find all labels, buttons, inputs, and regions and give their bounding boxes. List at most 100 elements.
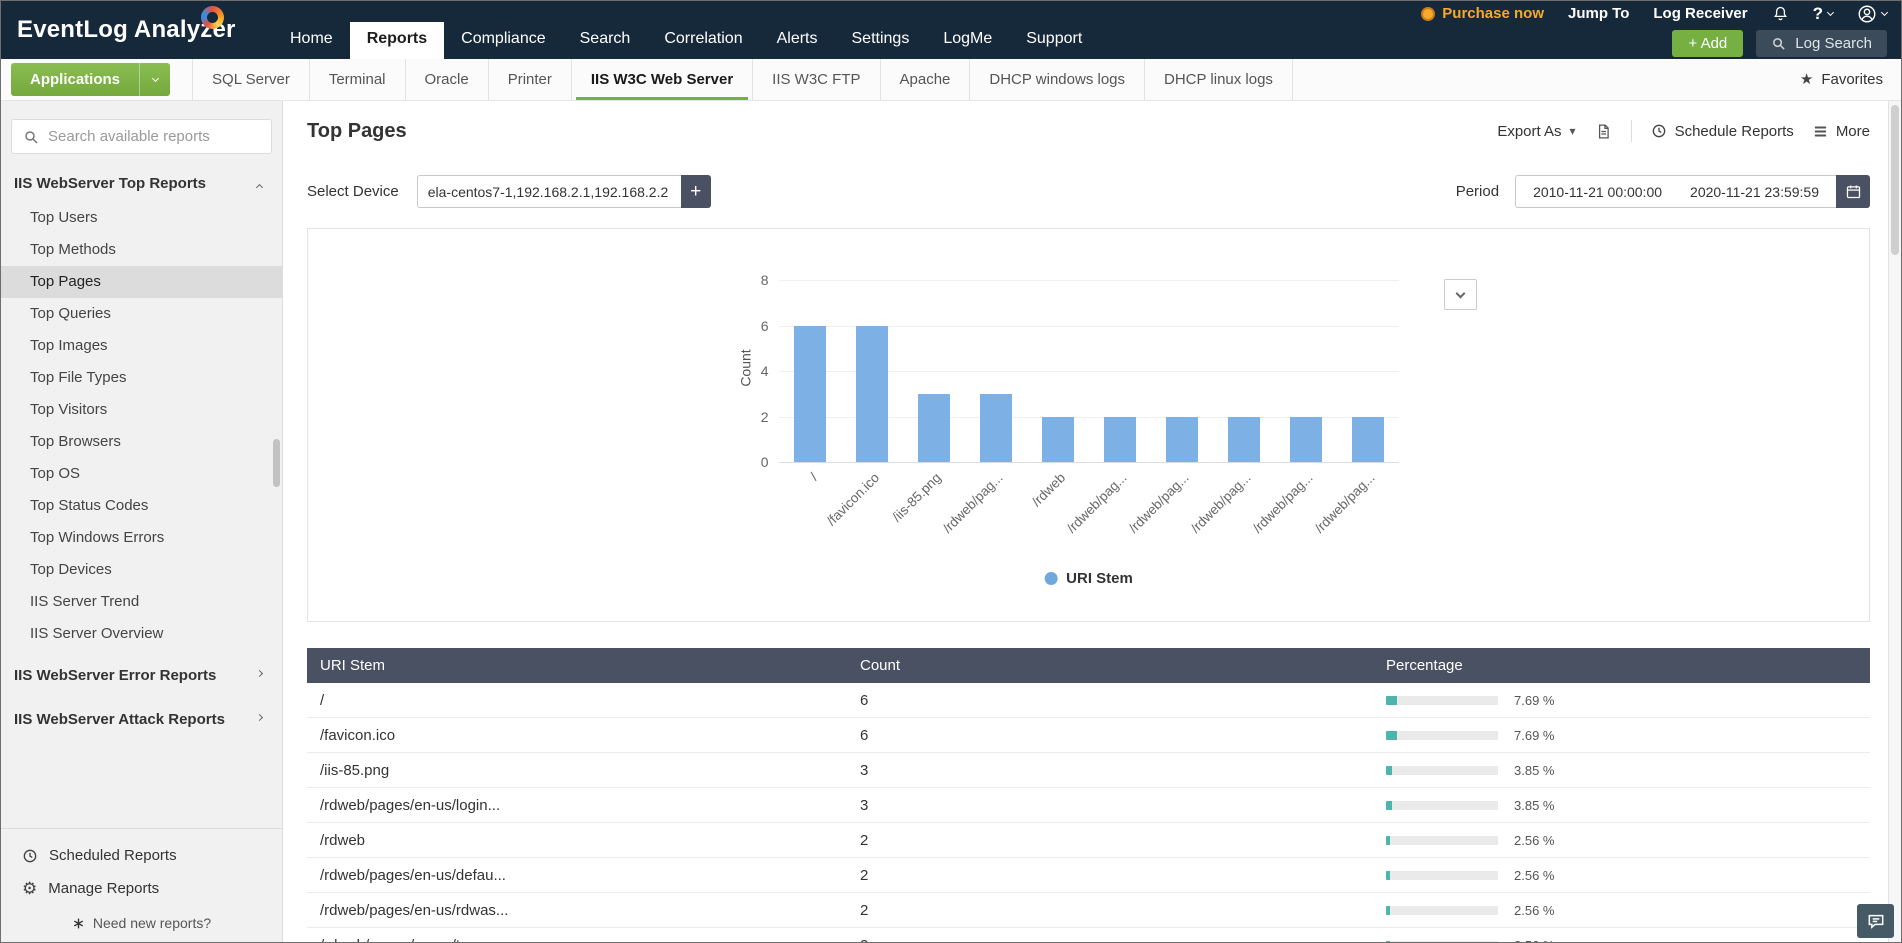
- tab-oracle[interactable]: Oracle: [404, 59, 488, 100]
- topbar: EventLog Analyzer Home Reports Compliance S…: [1, 1, 1901, 59]
- bar-7-rdweb-pag[interactable]: [1227, 416, 1260, 462]
- page-scrollbar[interactable]: [1888, 101, 1901, 942]
- table-row[interactable]: /favicon.ico 6 7.69 %: [307, 718, 1870, 753]
- sidebar-item-top-pages[interactable]: Top Pages: [1, 266, 282, 298]
- sidebar-item-top-windows-errors[interactable]: Top Windows Errors: [1, 522, 282, 554]
- sidebar-item-top-queries[interactable]: Top Queries: [1, 298, 282, 330]
- user-profile-menu[interactable]: [1857, 4, 1889, 24]
- column-header-uri-stem[interactable]: URI Stem: [307, 657, 847, 674]
- scrollbar-thumb[interactable]: [1891, 105, 1899, 255]
- search-input[interactable]: [48, 128, 260, 145]
- sidebar-item-top-file-types[interactable]: Top File Types: [1, 362, 282, 394]
- table-row[interactable]: /iis-85.png 3 3.85 %: [307, 753, 1870, 788]
- nav-compliance[interactable]: Compliance: [444, 22, 562, 59]
- bar-5-rdweb-pag[interactable]: [1103, 416, 1136, 462]
- device-select[interactable]: ela-centos7-1,192.168.2.1,192.168.2.2: [416, 175, 681, 208]
- log-search-button[interactable]: Log Search: [1756, 29, 1887, 57]
- table-row[interactable]: /rdweb/pages/en-us/rdwas... 2 2.56 %: [307, 893, 1870, 928]
- section-iis-webserver-attack-reports[interactable]: IIS WebServer Attack Reports: [1, 694, 282, 738]
- add-device-button[interactable]: +: [680, 175, 711, 208]
- sidebar-item-top-users[interactable]: Top Users: [1, 202, 282, 234]
- sidebar-item-top-browsers[interactable]: Top Browsers: [1, 426, 282, 458]
- more-button[interactable]: More: [1813, 123, 1870, 140]
- nav-search[interactable]: Search: [563, 22, 648, 59]
- filter-row: Select Device ela-centos7-1,192.168.2.1,…: [307, 175, 1870, 208]
- table-row[interactable]: / 6 7.69 %: [307, 683, 1870, 718]
- report-search-box[interactable]: [11, 119, 272, 154]
- sidebar-item-top-images[interactable]: Top Images: [1, 330, 282, 362]
- sidebar-item-iis-server-overview[interactable]: IIS Server Overview: [1, 618, 282, 650]
- y-tick-label: 0: [760, 454, 769, 470]
- percentage-bar: [1386, 905, 1498, 915]
- export-as-dropdown[interactable]: Export As ▾: [1497, 123, 1575, 140]
- table-row[interactable]: /rdweb/pages/en-us/login... 3 3.85 %: [307, 788, 1870, 823]
- need-new-reports-link[interactable]: Need new reports?: [1, 905, 282, 936]
- tab-dhcp-windows-logs[interactable]: DHCP windows logs: [969, 59, 1144, 100]
- bar-3-rdweb-pag[interactable]: [979, 393, 1012, 462]
- tab-iis-w3c-web-server[interactable]: IIS W3C Web Server: [570, 59, 752, 100]
- bar-4-rdweb[interactable]: [1041, 416, 1074, 462]
- section-iis-webserver-top-reports[interactable]: IIS WebServer Top Reports: [1, 158, 282, 202]
- log-receiver-link[interactable]: Log Receiver: [1653, 5, 1747, 22]
- tab-dhcp-linux-logs[interactable]: DHCP linux logs: [1144, 59, 1293, 100]
- scheduled-reports-link[interactable]: Scheduled Reports: [1, 839, 282, 872]
- export-settings-button[interactable]: [1595, 123, 1612, 140]
- chevron-down-icon: [1880, 8, 1889, 16]
- chevron-down-icon[interactable]: [139, 63, 171, 96]
- cell-percentage: 7.69 %: [1373, 693, 1870, 708]
- app-logo[interactable]: EventLog Analyzer: [1, 1, 273, 59]
- bar-0-root[interactable]: [793, 325, 826, 462]
- manage-reports-link[interactable]: ⚙ Manage Reports: [1, 872, 282, 905]
- cell-count: 3: [860, 796, 869, 814]
- schedule-reports-button[interactable]: Schedule Reports: [1651, 123, 1794, 140]
- nav-alerts[interactable]: Alerts: [760, 22, 835, 59]
- bar-2-iis-85-png[interactable]: [917, 393, 950, 462]
- purchase-now-link[interactable]: Purchase now: [1421, 5, 1544, 22]
- log-search-label: Log Search: [1795, 34, 1872, 52]
- chart-legend[interactable]: URI Stem: [1044, 570, 1133, 587]
- tab-apache[interactable]: Apache: [879, 59, 970, 100]
- favorites-button[interactable]: ★ Favorites: [1800, 71, 1883, 88]
- bar-9-rdweb-pag[interactable]: [1351, 416, 1384, 462]
- nav-correlation[interactable]: Correlation: [647, 22, 759, 59]
- chart-options-dropdown[interactable]: [1444, 279, 1477, 310]
- nav-home[interactable]: Home: [273, 22, 350, 59]
- sidebar-item-top-methods[interactable]: Top Methods: [1, 234, 282, 266]
- table-row[interactable]: /rdweb/pages/en-us/defau... 2 2.56 %: [307, 858, 1870, 893]
- help-menu[interactable]: ?: [1813, 4, 1835, 24]
- column-header-percentage[interactable]: Percentage: [1373, 657, 1870, 674]
- nav-support[interactable]: Support: [1009, 22, 1099, 59]
- section-iis-webserver-error-reports[interactable]: IIS WebServer Error Reports: [1, 650, 282, 694]
- cell-count: 3: [860, 761, 869, 779]
- sidebar-scrollbar[interactable]: [273, 439, 280, 487]
- table-row[interactable]: /rdweb 2 2.56 %: [307, 823, 1870, 858]
- cell-uri-stem: /iis-85.png: [320, 761, 390, 779]
- tab-iis-w3c-ftp[interactable]: IIS W3C FTP: [752, 59, 879, 100]
- bar-8-rdweb-pag[interactable]: [1289, 416, 1322, 462]
- percentage-bar: [1386, 765, 1498, 775]
- schedule-reports-label: Schedule Reports: [1674, 122, 1794, 140]
- nav-logme[interactable]: LogMe: [926, 22, 1009, 59]
- bar-1-favicon-ico[interactable]: [855, 325, 888, 462]
- nav-settings[interactable]: Settings: [835, 22, 927, 59]
- sidebar-item-top-devices[interactable]: Top Devices: [1, 554, 282, 586]
- period-range[interactable]: 2010-11-21 00:00:00 2020-11-21 23:59:59: [1515, 175, 1836, 208]
- percentage-bar: [1386, 835, 1498, 845]
- tab-sql-server[interactable]: SQL Server: [192, 59, 309, 100]
- notifications-bell-icon[interactable]: [1772, 5, 1789, 22]
- applications-dropdown[interactable]: Applications: [11, 63, 171, 96]
- chat-feedback-button[interactable]: [1857, 904, 1894, 938]
- nav-reports[interactable]: Reports: [349, 22, 445, 59]
- bar-6-rdweb-pag[interactable]: [1165, 416, 1198, 462]
- table-row[interactable]: /rdweb/pages/en-us/tswa...2 2.56 %: [307, 928, 1870, 942]
- sidebar-item-top-visitors[interactable]: Top Visitors: [1, 394, 282, 426]
- column-header-count[interactable]: Count: [847, 657, 1373, 674]
- tab-terminal[interactable]: Terminal: [308, 59, 405, 100]
- jump-to-link[interactable]: Jump To: [1568, 5, 1629, 22]
- sidebar-item-top-status-codes[interactable]: Top Status Codes: [1, 490, 282, 522]
- tab-printer[interactable]: Printer: [487, 59, 571, 100]
- add-button[interactable]: + Add: [1672, 29, 1744, 57]
- calendar-button[interactable]: [1836, 175, 1870, 208]
- sidebar-item-top-os[interactable]: Top OS: [1, 458, 282, 490]
- sidebar-item-iis-server-trend[interactable]: IIS Server Trend: [1, 586, 282, 618]
